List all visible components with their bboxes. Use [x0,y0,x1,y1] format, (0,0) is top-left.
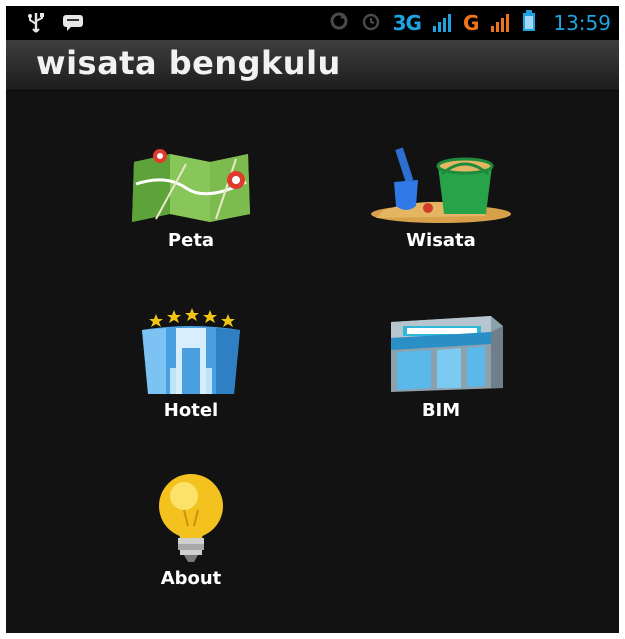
status-time: 13:59 [553,11,611,35]
status-bar: 3G G 13:59 [6,6,619,40]
shop-icon [351,312,531,396]
message-icon [62,14,84,36]
signal-icon-secondary [491,14,510,32]
menu-label-peta: Peta [167,230,215,251]
hotel-icon [101,308,281,396]
menu-item-about[interactable]: About [101,472,281,589]
menu-label-wisata: Wisata [406,230,476,251]
menu-label-hotel: Hotel [163,400,219,421]
menu-item-wisata[interactable]: Wisata [351,144,531,251]
network-3g-label: 3G [392,11,422,35]
map-icon [101,144,281,226]
menu-label-bim: BIM [421,400,461,421]
menu-item-hotel[interactable]: Hotel [101,308,281,421]
menu-label-about: About [160,568,222,589]
alarm-icon [361,11,381,35]
menu-item-bim[interactable]: BIM [351,312,531,421]
battery-icon [521,10,537,36]
app-title: wisata bengkulu [36,44,341,82]
network-g-label: G [462,11,480,35]
usb-icon [28,12,44,38]
sync-icon [329,11,349,35]
app-title-bar: wisata bengkulu [6,40,619,91]
beach-bucket-icon [351,144,531,226]
lightbulb-icon [101,472,281,564]
signal-icon [432,14,451,32]
phone-screen: 3G G 13:59 wisata bengkulu Peta Wisata H… [6,6,619,633]
menu-item-peta[interactable]: Peta [101,144,281,251]
